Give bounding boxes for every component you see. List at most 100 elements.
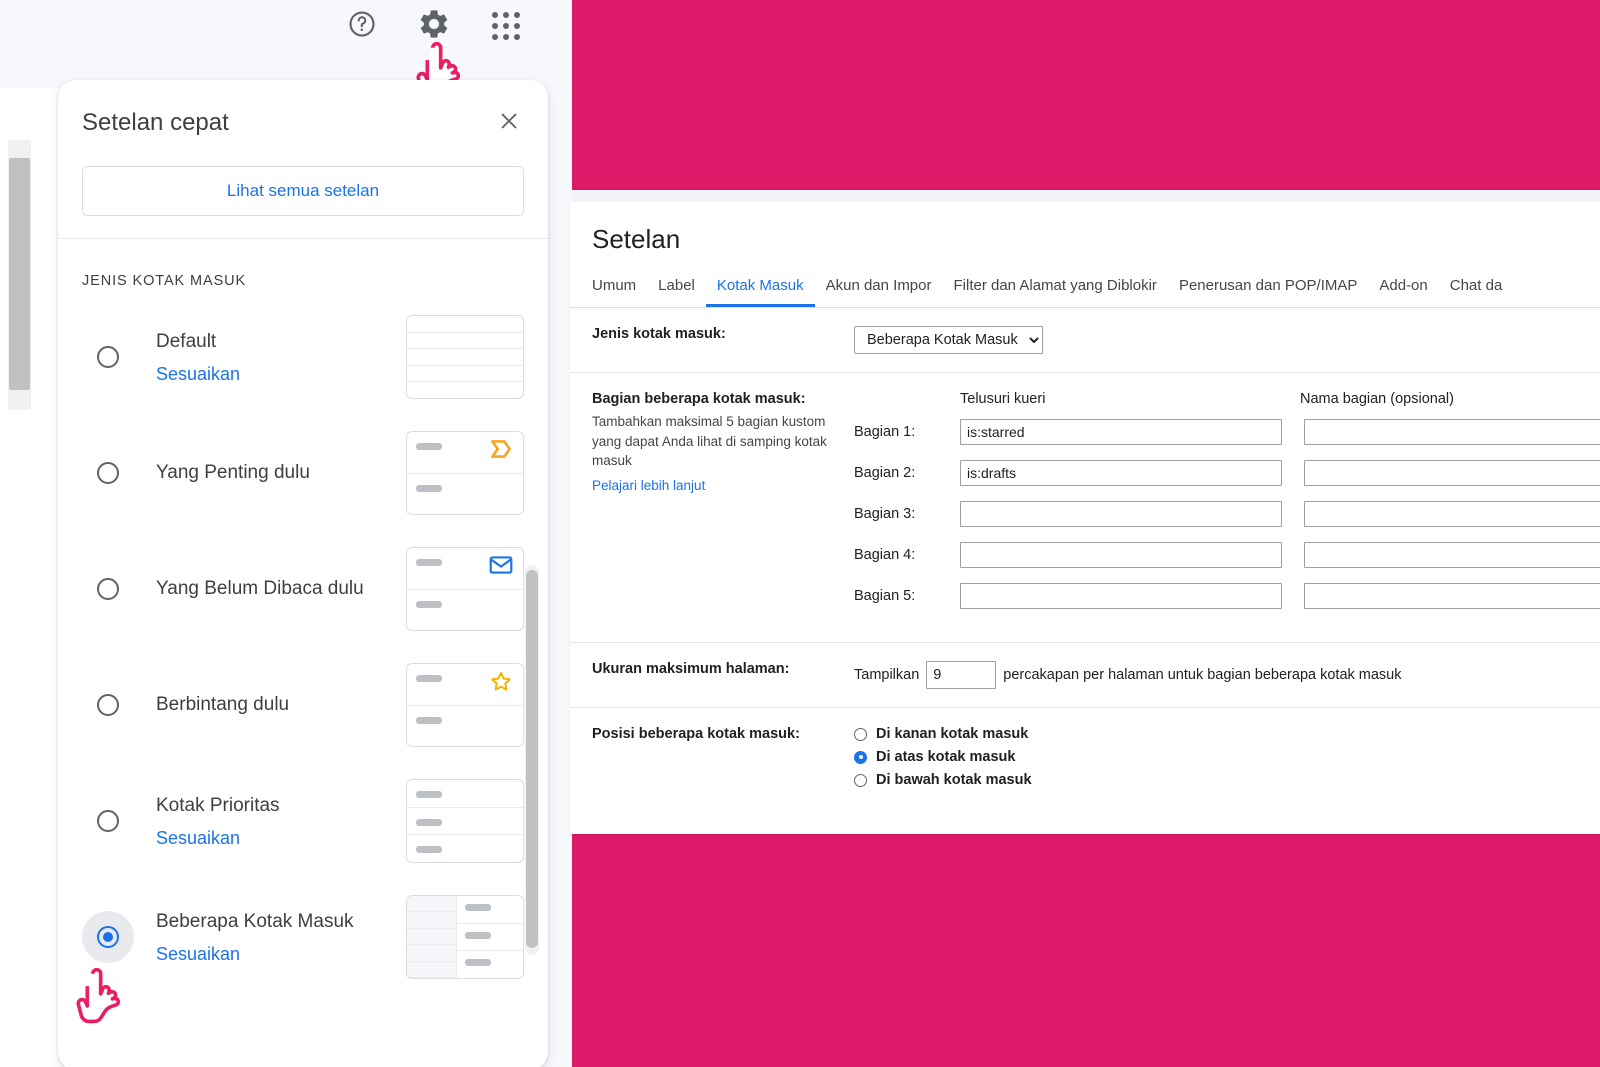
- radio-position-below[interactable]: [854, 773, 867, 787]
- tab-chat[interactable]: Chat da: [1439, 277, 1514, 307]
- envelope-icon: [488, 554, 514, 581]
- section-4-query-input[interactable]: [960, 542, 1282, 568]
- google-apps-button[interactable]: [484, 4, 528, 48]
- see-all-settings-button[interactable]: Lihat semua setelan: [82, 166, 524, 216]
- page-scrollbar-thumb[interactable]: [9, 158, 30, 390]
- page-size-line: Tampilkan percakapan per halaman untuk b…: [854, 661, 1600, 689]
- page-size-suffix: percakapan per halaman untuk bagian bebe…: [1003, 667, 1402, 683]
- section-5-label: Bagian 5:: [854, 588, 916, 604]
- learn-more-link[interactable]: Pelajari lebih lanjut: [592, 478, 854, 493]
- gmail-topbar: [0, 0, 572, 62]
- radio-wrap[interactable]: [82, 911, 134, 963]
- radio-multiple-inboxes[interactable]: [97, 926, 119, 948]
- inbox-type-option-priority-inbox[interactable]: Kotak Prioritas Sesuaikan: [58, 763, 548, 879]
- settings-tabs: Umum Label Kotak Masuk Akun dan Impor Fi…: [570, 255, 1600, 308]
- option-label: Yang Penting dulu: [156, 462, 310, 484]
- thumbnail-important-first: [406, 431, 524, 515]
- section-4-name-input[interactable]: [1304, 542, 1600, 568]
- inbox-type-option-default[interactable]: Default Sesuaikan: [58, 299, 548, 415]
- inbox-type-option-important-first[interactable]: Yang Penting dulu: [58, 415, 548, 531]
- position-option-below[interactable]: Di bawah kotak masuk: [854, 772, 1600, 788]
- tab-kotak-masuk[interactable]: Kotak Masuk: [705, 277, 815, 307]
- position-label: Posisi beberapa kotak masuk:: [592, 726, 800, 742]
- thumbnail-priority-inbox: [406, 779, 524, 863]
- customize-link-multiple-inboxes[interactable]: Sesuaikan: [156, 944, 394, 965]
- position-body: Di kanan kotak masuk Di atas kotak masuk…: [854, 726, 1600, 795]
- section-1-name-input[interactable]: [1304, 419, 1600, 445]
- position-above-label: Di atas kotak masuk: [876, 749, 1016, 765]
- sections-label: Bagian beberapa kotak masuk:: [592, 391, 806, 407]
- gear-icon: [417, 7, 451, 46]
- sections-label-block: Bagian beberapa kotak masuk: Tambahkan m…: [592, 391, 854, 624]
- close-button[interactable]: [488, 102, 530, 144]
- row-inbox-type: Jenis kotak masuk: Beberapa Kotak Masuk: [570, 308, 1600, 373]
- see-all-settings-wrap: Lihat semua setelan: [58, 166, 548, 238]
- close-icon: [498, 110, 520, 137]
- radio-position-above[interactable]: [854, 750, 867, 764]
- section-row-4: Bagian 4:: [854, 542, 1600, 568]
- radio-wrap[interactable]: [82, 795, 134, 847]
- tab-label[interactable]: Label: [647, 277, 706, 307]
- thumbnail-starred-first: [406, 663, 524, 747]
- customize-link-default[interactable]: Sesuaikan: [156, 364, 394, 385]
- apps-grid-icon: [492, 12, 520, 40]
- option-label: Beberapa Kotak Masuk: [156, 910, 354, 932]
- radio-wrap[interactable]: [82, 447, 134, 499]
- star-icon: [488, 670, 514, 699]
- radio-important-first[interactable]: [97, 462, 119, 484]
- settings-button[interactable]: [412, 4, 456, 48]
- section-2-query-input[interactable]: [960, 460, 1282, 486]
- option-text: Yang Belum Dibaca dulu: [134, 576, 394, 601]
- section-5-query-input[interactable]: [960, 583, 1282, 609]
- sections-column-headers: Telusuri kueri Nama bagian (opsional): [854, 391, 1600, 407]
- page-size-input[interactable]: [926, 661, 997, 689]
- settings-window: Setelan Umum Label Kotak Masuk Akun dan …: [570, 202, 1600, 834]
- radio-wrap[interactable]: [82, 331, 134, 383]
- position-option-right[interactable]: Di kanan kotak masuk: [854, 726, 1600, 742]
- section-row-5: Bagian 5:: [854, 583, 1600, 609]
- sections-body: Telusuri kueri Nama bagian (opsional) Ba…: [854, 391, 1600, 624]
- column-header-query: Telusuri kueri: [960, 391, 1046, 407]
- tab-add-on[interactable]: Add-on: [1368, 277, 1438, 307]
- section-5-name-input[interactable]: [1304, 583, 1600, 609]
- tab-filter-dan-alamat-yang-diblokir[interactable]: Filter dan Alamat yang Diblokir: [943, 277, 1168, 307]
- radio-wrap[interactable]: [82, 563, 134, 615]
- quick-settings-scrollbar-thumb[interactable]: [526, 570, 538, 948]
- option-text: Kotak Prioritas Sesuaikan: [134, 793, 394, 849]
- section-2-label: Bagian 2:: [854, 465, 916, 481]
- radio-starred-first[interactable]: [97, 694, 119, 716]
- inbox-type-option-starred-first[interactable]: Berbintang dulu: [58, 647, 548, 763]
- inbox-type-label: Jenis kotak masuk:: [592, 326, 726, 342]
- tab-penerusan-dan-pop-imap[interactable]: Penerusan dan POP/IMAP: [1168, 277, 1368, 307]
- inbox-type-option-multiple-inboxes[interactable]: Beberapa Kotak Masuk Sesuaikan: [58, 879, 548, 995]
- help-button[interactable]: [340, 4, 384, 48]
- section-3-query-input[interactable]: [960, 501, 1282, 527]
- option-text: Beberapa Kotak Masuk Sesuaikan: [134, 909, 394, 965]
- inbox-type-option-unread-first[interactable]: Yang Belum Dibaca dulu: [58, 531, 548, 647]
- section-3-name-input[interactable]: [1304, 501, 1600, 527]
- tab-umum[interactable]: Umum: [592, 277, 647, 307]
- inbox-type-select[interactable]: Beberapa Kotak Masuk: [854, 326, 1043, 354]
- section-1-query-input[interactable]: [960, 419, 1282, 445]
- radio-unread-first[interactable]: [97, 578, 119, 600]
- customize-link-priority[interactable]: Sesuaikan: [156, 828, 394, 849]
- help-circle-icon: [347, 9, 377, 44]
- tab-akun-dan-impor[interactable]: Akun dan Impor: [815, 277, 943, 307]
- radio-priority-inbox[interactable]: [97, 810, 119, 832]
- position-option-above[interactable]: Di atas kotak masuk: [854, 749, 1600, 765]
- settings-page-title: Setelan: [592, 224, 681, 254]
- section-row-1: Bagian 1:: [854, 419, 1600, 445]
- radio-position-right[interactable]: [854, 727, 867, 741]
- radio-wrap[interactable]: [82, 679, 134, 731]
- radio-default[interactable]: [97, 346, 119, 368]
- row-position: Posisi beberapa kotak masuk: Di kanan ko…: [570, 708, 1600, 813]
- quick-settings-title: Setelan cepat: [82, 109, 229, 136]
- max-page-size-label: Ukuran maksimum halaman:: [592, 661, 790, 677]
- inbox-type-list: Default Sesuaikan Yang Penting dulu Yang…: [58, 299, 548, 995]
- position-below-label: Di bawah kotak masuk: [876, 772, 1032, 788]
- section-1-label: Bagian 1:: [854, 424, 916, 440]
- section-2-name-input[interactable]: [1304, 460, 1600, 486]
- position-right-label: Di kanan kotak masuk: [876, 726, 1029, 742]
- row-max-page-size: Ukuran maksimum halaman: Tampilkan perca…: [570, 643, 1600, 708]
- max-page-size-body: Tampilkan percakapan per halaman untuk b…: [854, 661, 1600, 689]
